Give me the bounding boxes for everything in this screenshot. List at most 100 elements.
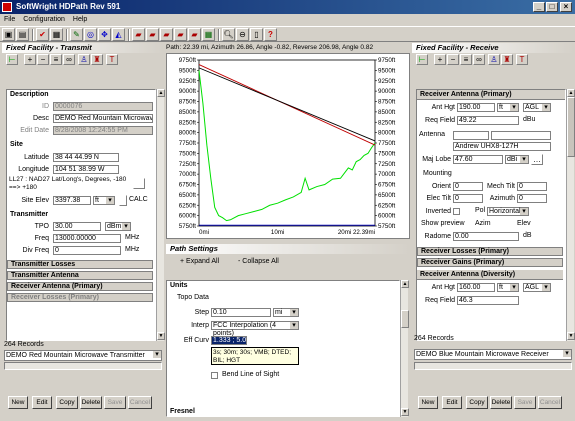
div-ant-hgt-ref[interactable]: AGL [523, 283, 551, 292]
interp-select[interactable]: FCC Interpolation (4 points) [211, 321, 299, 337]
antenna-make-field[interactable] [453, 131, 489, 140]
ant-hgt-ref[interactable]: AGL [523, 103, 551, 112]
right-remove-icon[interactable]: − [447, 54, 459, 65]
eff-curv-field[interactable]: 1.333 ; 5.0 [211, 336, 247, 345]
bend-los-checkbox[interactable] [211, 372, 218, 379]
grid-icon[interactable]: ▦ [202, 28, 215, 41]
minimize-button[interactable]: _ [533, 2, 545, 12]
person-icon[interactable]: ♙ [78, 54, 90, 65]
expand-all-button[interactable]: + Expand All [180, 258, 219, 265]
orient-field[interactable]: 0 [453, 182, 483, 191]
longitude-field[interactable]: 104 51 38.99 W [53, 165, 119, 174]
datum-button[interactable] [133, 178, 145, 189]
fresnel-section[interactable]: Fresnel [167, 407, 399, 417]
right-text-icon[interactable]: T [516, 54, 528, 65]
right-copy-button[interactable]: Copy [466, 396, 488, 409]
zoom-out-icon[interactable]: ⊖ [236, 28, 249, 41]
right-scroll-up-icon[interactable]: ▲ [567, 89, 575, 97]
right-person-icon[interactable]: ♙ [488, 54, 500, 65]
right-add-icon[interactable]: + [434, 54, 446, 65]
right-scroll-down-icon[interactable]: ▼ [567, 332, 575, 340]
site-section[interactable]: Site [7, 140, 153, 150]
list-icon[interactable]: ≡ [50, 54, 62, 65]
maj-lobe-field[interactable]: 47.60 [453, 155, 503, 164]
folder-red-icon[interactable]: ▰ [132, 28, 145, 41]
right-link-icon[interactable]: ⊢ [416, 54, 428, 65]
antenna-model-field[interactable] [491, 131, 551, 140]
right-scrollbar[interactable]: ▲ ▼ [566, 89, 575, 341]
triangle-icon[interactable]: ◭ [112, 28, 125, 41]
receiver-antenna-primary-section[interactable]: Receiver Antenna (Primary) [7, 282, 153, 291]
report-icon[interactable]: ▦ [50, 28, 63, 41]
tpo-unit[interactable]: dBm [105, 222, 131, 231]
elec-tilt-field[interactable]: 0 [453, 194, 483, 203]
pencil-icon[interactable]: ✎ [70, 28, 83, 41]
azimuth-field[interactable]: 0 [517, 194, 547, 203]
rx-gains-section[interactable]: Receiver Gains (Primary) [417, 258, 563, 267]
units-section[interactable]: Units [167, 281, 399, 291]
rx-antenna-section[interactable]: Receiver Antenna (Primary) [417, 90, 565, 100]
settings-scrollbar[interactable]: ▲ ▼ [400, 280, 409, 417]
preview-elev[interactable]: Elev [517, 220, 531, 227]
left-delete-button[interactable]: Delete [80, 396, 102, 409]
right-new-button[interactable]: New [418, 396, 438, 409]
left-record-select[interactable]: DEMO Red Mountain Microwave Transmitter [4, 350, 162, 361]
menu-configuration[interactable]: Configuration [19, 16, 69, 23]
step-unit[interactable]: mi [273, 308, 299, 317]
remove-icon[interactable]: − [37, 54, 49, 65]
calc-toggle[interactable] [119, 195, 127, 206]
transmitter-section[interactable]: Transmitter [7, 210, 153, 220]
maj-lobe-unit[interactable]: dBi [505, 155, 529, 164]
inverted-checkbox[interactable] [453, 208, 460, 215]
radome-field[interactable]: 0.00 [453, 232, 519, 241]
div-ant-hgt-unit[interactable]: ft [497, 283, 519, 292]
print-icon[interactable]: ▤ [16, 28, 29, 41]
add-icon[interactable]: + [24, 54, 36, 65]
site-elev-unit[interactable]: ft [93, 196, 115, 205]
req-field-field[interactable]: 49.22 [457, 116, 519, 125]
left-copy-button[interactable]: Copy [56, 396, 78, 409]
settings-scroll-down-icon[interactable]: ▼ [401, 408, 409, 416]
transmitter-antenna-section[interactable]: Transmitter Antenna [7, 271, 153, 280]
folder-red-4-icon[interactable]: ▰ [174, 28, 187, 41]
scroll-down-icon[interactable]: ▼ [157, 332, 165, 340]
menu-help[interactable]: Help [69, 16, 91, 23]
path-profile-chart[interactable]: 9750ft 9750ft 9500ft 9500ft 9250ft 9250ft 9000… [166, 53, 410, 239]
link-icon[interactable]: ⊢ [6, 54, 18, 65]
zoom-in-icon[interactable]: 🔍︎ [222, 28, 235, 41]
left-cancel-button[interactable]: Cancel [128, 396, 152, 409]
right-hscroll[interactable] [414, 362, 572, 370]
folder-red-2-icon[interactable]: ▰ [146, 28, 159, 41]
right-list-icon[interactable]: ≡ [460, 54, 472, 65]
right-scroll-thumb[interactable] [567, 97, 575, 157]
preview-azim[interactable]: Azim [475, 220, 491, 227]
binoculars-icon[interactable]: ∞ [63, 54, 75, 65]
left-edit-button[interactable]: Edit [32, 396, 52, 409]
right-edit-button[interactable]: Edit [442, 396, 462, 409]
close-button[interactable]: × [560, 2, 572, 12]
desc-field[interactable]: DEMO Red Mountain Microwave [53, 114, 153, 123]
mech-tilt-field[interactable]: 0 [517, 182, 547, 191]
help-icon[interactable]: ? [264, 28, 277, 41]
settings-scroll-thumb[interactable] [401, 310, 409, 328]
latitude-field[interactable]: 38 44 44.99 N [53, 153, 119, 162]
antenna-name-field[interactable]: Andrew UHX8-127H [453, 142, 551, 151]
check-icon[interactable]: ✔ [36, 28, 49, 41]
site-elev-field[interactable]: 3397.38 [53, 196, 91, 205]
div-req-field-field[interactable]: 46.3 [457, 296, 519, 305]
tower-icon[interactable]: ♜ [91, 54, 103, 65]
folder-red-3-icon[interactable]: ▰ [160, 28, 173, 41]
receiver-losses-primary-section[interactable]: Receiver Losses (Primary) [7, 293, 153, 302]
left-scrollbar[interactable]: ▲ ▼ [156, 89, 165, 341]
right-save-button[interactable]: Save [514, 396, 536, 409]
left-save-button[interactable]: Save [104, 396, 126, 409]
settings-scroll-up-icon[interactable]: ▲ [401, 280, 409, 288]
maximize-button[interactable]: □ [546, 2, 558, 12]
collapse-all-button[interactable]: - Collapse All [238, 258, 279, 265]
ant-hgt-unit[interactable]: ft [497, 103, 519, 112]
rx-losses-section[interactable]: Receiver Losses (Primary) [417, 247, 563, 256]
step-field[interactable]: 0.10 [211, 308, 271, 317]
ant-hgt-field[interactable]: 190.00 [457, 103, 495, 112]
div-ant-hgt-field[interactable]: 160.00 [457, 283, 495, 292]
folder-red-5-icon[interactable]: ▰ [188, 28, 201, 41]
